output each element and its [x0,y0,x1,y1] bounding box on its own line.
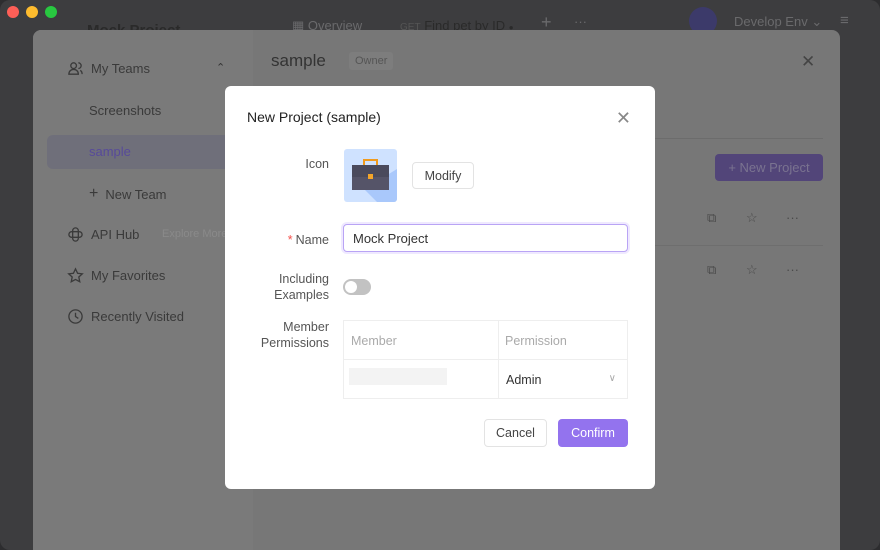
new-project-button[interactable]: + New Project [715,154,823,181]
permission-select[interactable]: Admin ∨ [506,373,624,387]
my-favorites-label: My Favorites [91,268,166,283]
column-header-permission: Permission [505,334,567,348]
sidebar-item-recently-visited[interactable]: Recently Visited [67,308,184,325]
more-icon[interactable]: ··· [786,210,799,225]
new-team-button[interactable]: + New Team [89,185,167,203]
name-input[interactable] [343,224,628,252]
close-icon[interactable]: ✕ [616,108,631,129]
close-panel-icon[interactable]: ✕ [801,52,815,72]
plus-icon: + [89,185,99,202]
cancel-button[interactable]: Cancel [484,419,547,447]
selected-highlight [47,135,247,169]
close-window-button[interactable] [7,6,19,18]
project-icon-preview[interactable] [344,149,397,202]
open-icon[interactable]: ⧉ [707,210,716,226]
more-icon[interactable]: ··· [786,262,799,277]
label-line: Including [278,272,329,286]
permission-value: Admin [506,373,542,387]
including-examples-label: Including Examples [274,271,329,303]
menu-icon[interactable]: ≡ [840,12,849,29]
window-controls [7,6,57,18]
confirm-button[interactable]: Confirm [558,419,628,447]
icon-label: Icon [305,157,329,171]
explore-more-link[interactable]: Explore More [162,228,227,240]
users-icon [68,62,83,75]
star-icon[interactable]: ☆ [746,262,758,278]
team-title: sample [271,51,326,70]
label-line: Examples [274,288,329,302]
clock-icon [68,309,83,324]
star-icon [67,267,84,283]
member-permissions-table: Member Permission Admin ∨ [343,320,628,399]
dialog-title: New Project (sample) [247,109,381,125]
new-project-dialog: New Project (sample) ✕ Icon Modify * Name… [225,86,655,489]
member-name-redacted [349,368,447,385]
briefcase-icon [352,159,397,202]
sidebar-item-team[interactable]: Screenshots [89,103,161,118]
app-window: Mock Project ▦ Overview GET Find pet by … [0,0,880,550]
open-icon[interactable]: ⧉ [707,262,716,278]
member-permissions-label: Member Permissions [261,319,329,351]
sidebar-item-api-hub[interactable]: API Hub [67,226,139,243]
name-label: * Name [287,233,329,247]
chevron-up-icon[interactable]: ⌃ [216,61,225,74]
maximize-window-button[interactable] [45,6,57,18]
modify-button[interactable]: Modify [412,162,474,189]
sidebar-item-team[interactable]: sample [89,144,131,159]
recently-visited-label: Recently Visited [91,309,184,324]
sidebar-item-my-teams[interactable]: My Teams [67,60,150,77]
api-hub-icon [68,227,83,242]
chevron-down-icon: ∨ [608,373,616,384]
team-sidebar: My Teams ⌃ Screenshots sample + New Team … [33,30,253,550]
new-team-label: New Team [105,186,167,202]
including-examples-toggle[interactable] [343,279,371,295]
role-badge: Owner [349,52,394,70]
label-line: Member [283,320,329,334]
divider [344,359,627,360]
sidebar-item-my-favorites[interactable]: My Favorites [67,267,165,284]
more-tabs-icon[interactable]: ··· [574,14,587,29]
api-hub-label: API Hub [91,227,140,242]
column-header-member: Member [351,334,397,348]
environment-select[interactable]: Develop Env ⌄ [734,14,822,30]
environment-label: Develop Env [734,14,808,29]
name-label-text: Name [295,233,329,247]
my-teams-label: My Teams [91,61,150,76]
label-line: Permissions [260,336,329,350]
star-icon[interactable]: ☆ [746,210,758,226]
minimize-window-button[interactable] [26,6,38,18]
